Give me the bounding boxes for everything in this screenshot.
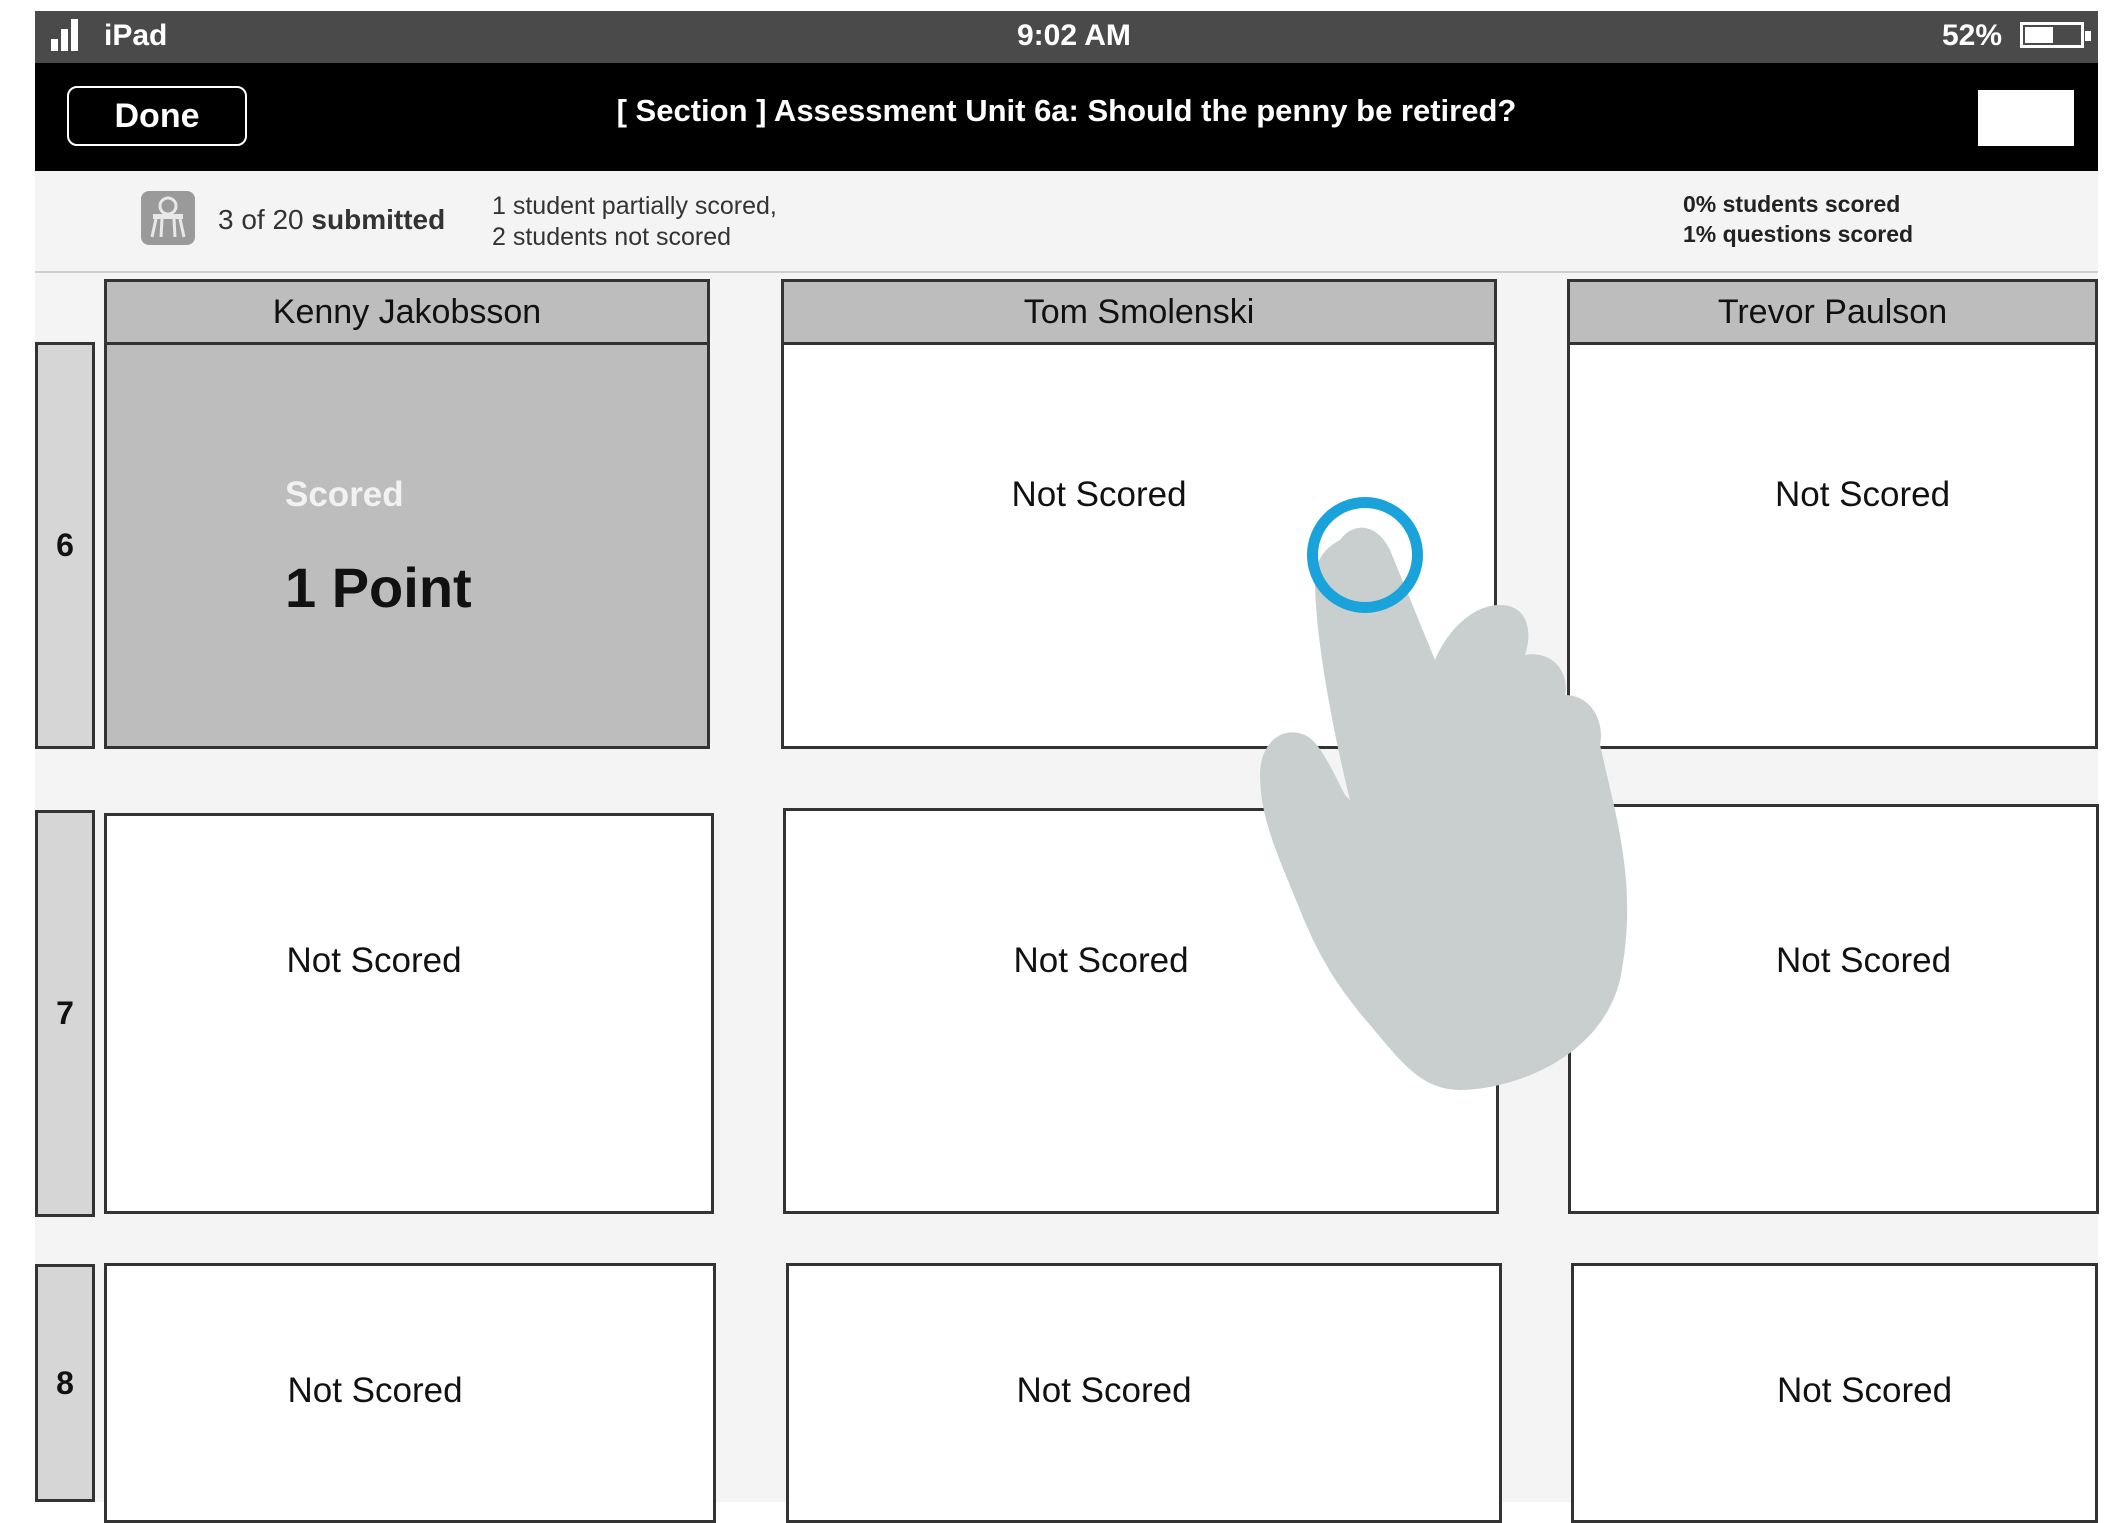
battery-icon: [2020, 22, 2091, 48]
not-scored-line: 2 students not scored: [492, 223, 732, 251]
score-cell[interactable]: Not Scored: [104, 813, 714, 1214]
cell-status: Not Scored: [286, 941, 462, 980]
submitted-number: 3 of 20: [218, 204, 304, 235]
signal-icon: [51, 17, 85, 51]
page-title: [ Section ] Assessment Unit 6a: Should t…: [616, 93, 1517, 128]
submitted-word: submitted: [311, 204, 446, 235]
cell-status: Not Scored: [287, 1371, 463, 1410]
clock: 9:02 AM: [1017, 19, 1131, 52]
cell-points: 1 Point: [285, 556, 472, 619]
row-tab-question[interactable]: 6: [35, 342, 95, 749]
score-cell-scored[interactable]: Scored 1 Point: [104, 342, 710, 749]
column-header-student[interactable]: Trevor Paulson: [1567, 279, 2098, 345]
cell-status: Not Scored: [1775, 941, 1952, 980]
score-cell[interactable]: Not Scored: [104, 1263, 716, 1523]
score-cell[interactable]: Not Scored: [786, 1263, 1502, 1523]
title-bar: Done [ Section ] Assessment Unit 6a: Sho…: [35, 63, 2098, 171]
column-header-student[interactable]: Kenny Jakobsson: [104, 279, 710, 345]
cell-status: Not Scored: [1016, 1371, 1192, 1410]
scoring-summary: 1 student partially scored, 2 students n…: [492, 191, 777, 253]
questions-scored-stat: 1% questions scored: [1683, 221, 1914, 247]
submitted-count: 3 of 20 submitted: [218, 204, 445, 236]
battery-percent: 52%: [1941, 19, 2002, 52]
students-scored-stat: 0% students scored: [1683, 191, 1901, 217]
student-desk-icon: [141, 191, 195, 245]
title-action-button[interactable]: [1978, 90, 2074, 146]
score-cell[interactable]: Not Scored: [1571, 1263, 2098, 1523]
cell-status: Scored: [285, 475, 404, 514]
hand-pointer-icon: [1260, 527, 1628, 1090]
column-header-student[interactable]: Tom Smolenski: [781, 279, 1497, 345]
row-tab-question[interactable]: 7: [35, 810, 95, 1217]
scoring-stats: 0% students scored 1% questions scored: [1683, 189, 1913, 249]
cell-status: Not Scored: [1774, 475, 1951, 514]
cell-status: Not Scored: [1776, 1371, 1953, 1410]
scoring-grid: Kenny Jakobsson Tom Smolenski Trevor Pau…: [35, 273, 2099, 1523]
cell-status: Not Scored: [1011, 475, 1187, 514]
partial-scored-line: 1 student partially scored,: [492, 192, 777, 220]
touch-ring-icon: [1307, 497, 1423, 613]
submission-info-bar: 3 of 20 submitted 1 student partially sc…: [35, 171, 2098, 273]
status-bar: iPad 9:02 AM 52%: [35, 11, 2098, 63]
carrier-label: iPad: [104, 19, 168, 52]
row-tab-question[interactable]: 8: [35, 1264, 95, 1502]
